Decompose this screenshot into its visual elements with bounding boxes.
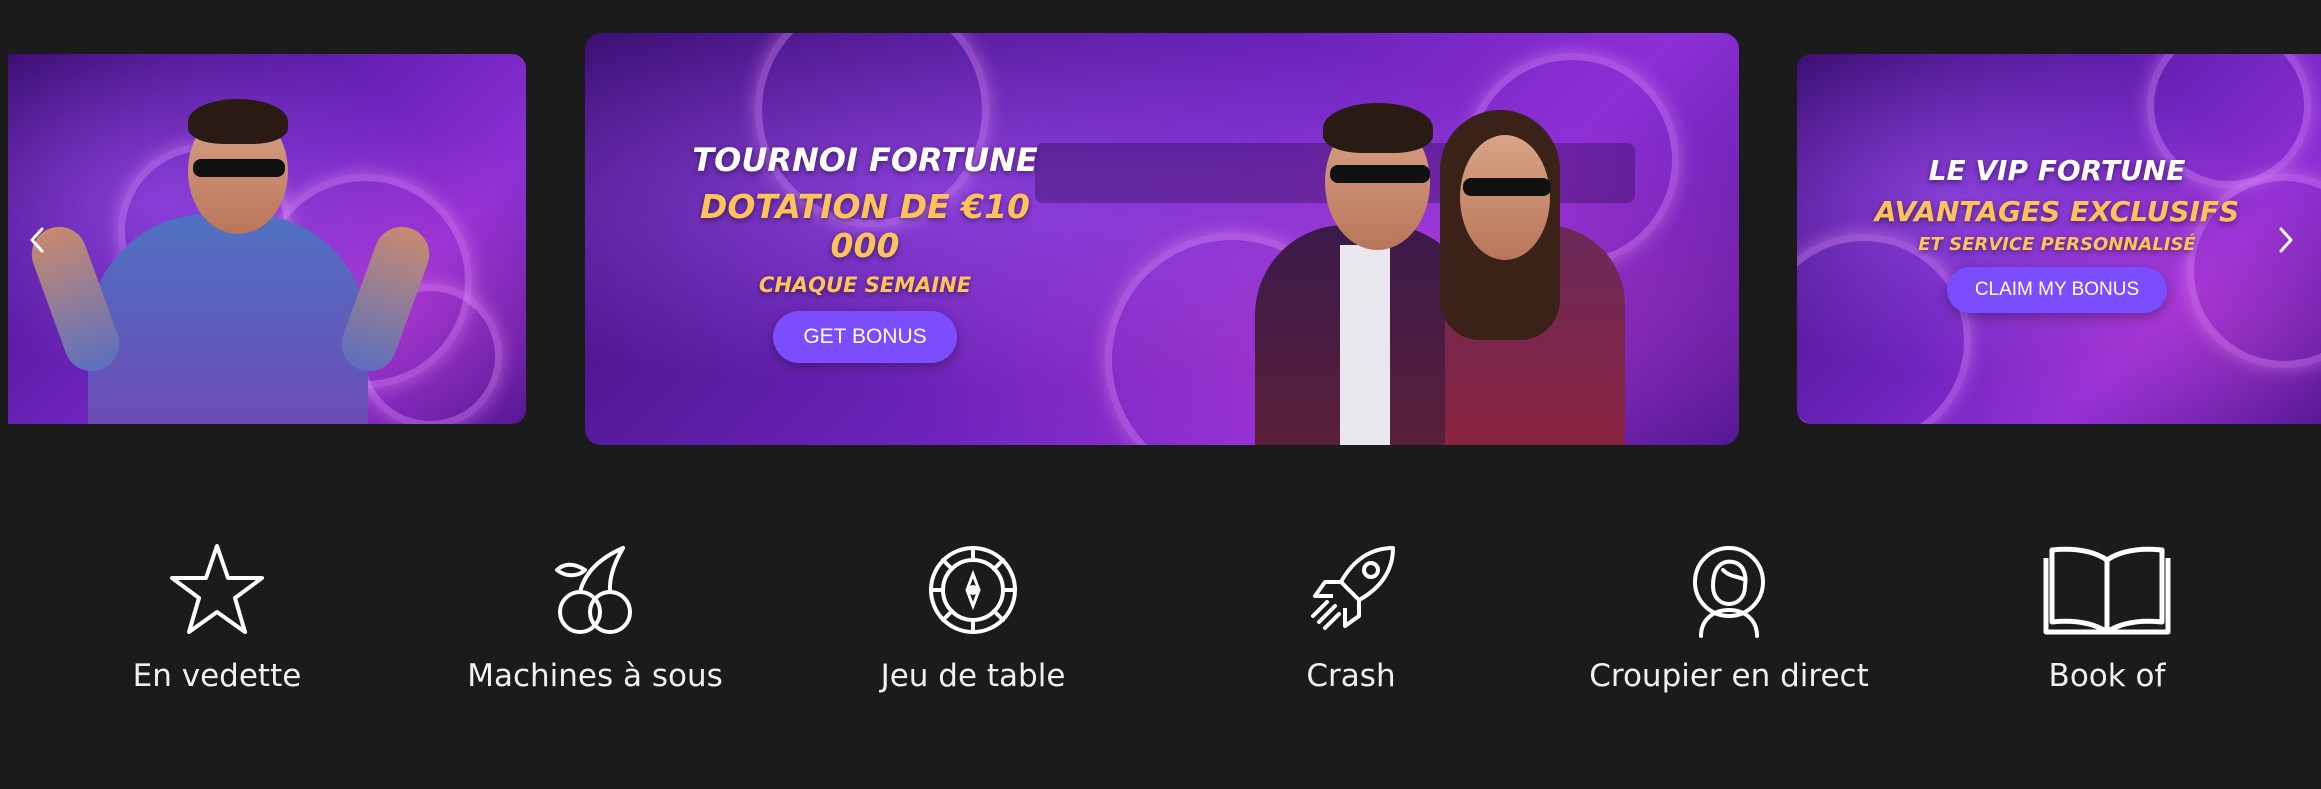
roulette-icon bbox=[929, 546, 1017, 634]
carousel-next-button[interactable] bbox=[2271, 222, 2301, 258]
category-machines-a-sous[interactable]: Machines à sous bbox=[435, 540, 755, 694]
chevron-right-icon bbox=[2279, 227, 2293, 253]
promo-title: LE VIP FORTUNE bbox=[1928, 154, 2186, 187]
promo-slide-right[interactable]: LE VIP FORTUNE AVANTAGES EXCLUSIFS ET SE… bbox=[1797, 54, 2321, 424]
category-label: Jeu de table bbox=[880, 658, 1066, 694]
category-nav: En vedette Machines à sous Jeu de table … bbox=[0, 540, 2321, 760]
promo-tagline: ET SERVICE PERSONNALISÉ bbox=[1918, 234, 2196, 255]
category-crash[interactable]: Crash bbox=[1191, 540, 1511, 694]
rocket-icon bbox=[1311, 546, 1395, 630]
promo-slide-center[interactable]: TOURNOI FORTUNE DOTATION DE €10 000 CHAQ… bbox=[585, 33, 1739, 445]
book-icon bbox=[2043, 546, 2171, 635]
couple-image bbox=[1245, 65, 1625, 445]
carousel-prev-button[interactable] bbox=[22, 222, 52, 258]
chevron-left-icon bbox=[30, 227, 44, 253]
promo-title: TOURNOI FORTUNE bbox=[692, 141, 1038, 179]
get-bonus-button[interactable]: GET BONUS bbox=[773, 311, 957, 363]
category-label: Croupier en direct bbox=[1589, 658, 1869, 694]
category-label: Crash bbox=[1306, 658, 1396, 694]
claim-my-bonus-button[interactable]: CLAIM MY BONUS bbox=[1946, 267, 2168, 313]
category-label: Book of bbox=[2048, 658, 2166, 694]
category-label: En vedette bbox=[132, 658, 302, 694]
celebrating-man-image bbox=[24, 74, 437, 424]
cherries-icon bbox=[555, 546, 632, 634]
promo-tagline: CHAQUE SEMAINE bbox=[758, 273, 972, 297]
category-label: Machines à sous bbox=[467, 658, 723, 694]
vip-promo-text: LE VIP FORTUNE AVANTAGES EXCLUSIFS ET SE… bbox=[1867, 154, 2247, 313]
promo-subtitle: AVANTAGES EXCLUSIFS bbox=[1874, 195, 2240, 228]
promo-subtitle: DOTATION DE €10 000 bbox=[699, 187, 1031, 265]
category-croupier-en-direct[interactable]: Croupier en direct bbox=[1569, 540, 1889, 694]
category-jeu-de-table[interactable]: Jeu de table bbox=[813, 540, 1133, 694]
category-en-vedette[interactable]: En vedette bbox=[57, 540, 377, 694]
promo-carousel: TOURNOI FORTUNE DOTATION DE €10 000 CHAQ… bbox=[0, 0, 2321, 470]
star-icon bbox=[170, 544, 264, 634]
dealer-icon bbox=[1693, 546, 1765, 638]
category-book-of[interactable]: Book of bbox=[1947, 540, 2267, 694]
tournament-promo-text: TOURNOI FORTUNE DOTATION DE €10 000 CHAQ… bbox=[665, 141, 1065, 363]
promo-slide-left[interactable] bbox=[8, 54, 526, 424]
